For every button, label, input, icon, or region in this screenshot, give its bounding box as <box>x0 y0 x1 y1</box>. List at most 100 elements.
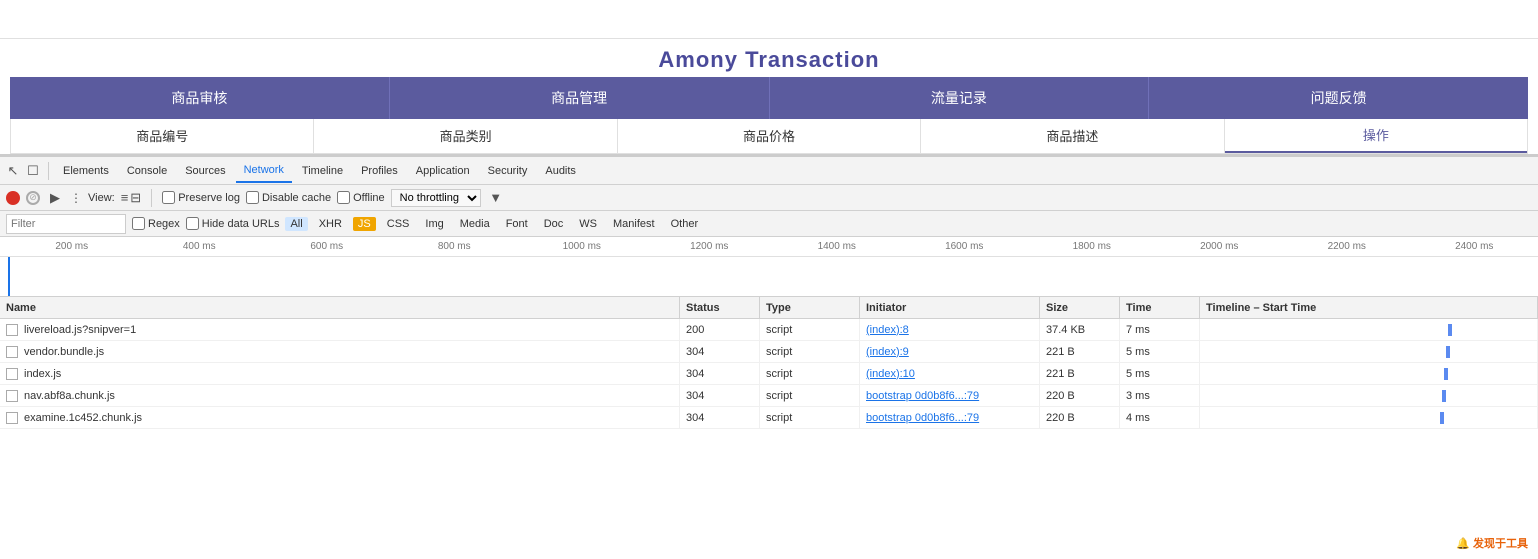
td-name: index.js <box>0 363 680 384</box>
grid-view-icon[interactable]: ⊟ <box>130 190 141 206</box>
file-name: nav.abf8a.chunk.js <box>24 390 115 402</box>
timeline-label: 1400 ms <box>773 241 901 252</box>
filter-css[interactable]: CSS <box>382 217 415 231</box>
nav-tab-0[interactable]: 商品审核 <box>10 77 390 118</box>
tab-profiles[interactable]: Profiles <box>353 159 406 183</box>
td-status: 304 <box>680 407 760 428</box>
filter-ws[interactable]: WS <box>574 217 602 231</box>
filter-xhr[interactable]: XHR <box>314 217 347 231</box>
timeline-label: 2400 ms <box>1411 241 1538 252</box>
td-name: vendor.bundle.js <box>0 341 680 362</box>
devtools-tabs-bar: ↖ ☐ Elements Console Sources Network Tim… <box>0 157 1538 185</box>
table-row[interactable]: index.js304script(index):10221 B5 ms <box>0 363 1538 385</box>
timeline-label: 2200 ms <box>1283 241 1411 252</box>
table-row[interactable]: livereload.js?snipver=1200script(index):… <box>0 319 1538 341</box>
table-row[interactable]: examine.1c452.chunk.js304scriptbootstrap… <box>0 407 1538 429</box>
filter-manifest[interactable]: Manifest <box>608 217 660 231</box>
initiator-link[interactable]: (index):10 <box>866 368 915 380</box>
preserve-log-input[interactable] <box>162 191 175 204</box>
sub-tab-4[interactable]: 操作 <box>1225 119 1527 153</box>
timeline-bar <box>1440 412 1444 424</box>
th-name: Name <box>0 297 680 318</box>
preserve-log-checkbox[interactable]: Preserve log <box>162 191 240 204</box>
initiator-link[interactable]: bootstrap 0d0b8f6...:79 <box>866 390 979 402</box>
tab-console[interactable]: Console <box>119 159 175 183</box>
filter-doc[interactable]: Doc <box>539 217 569 231</box>
watermark: 🔔 发现于工具 <box>1456 535 1528 551</box>
th-timeline: Timeline – Start Time <box>1200 297 1538 318</box>
filter-icon[interactable]: ⋮ <box>70 191 82 205</box>
offline-checkbox[interactable]: Offline <box>337 191 385 204</box>
timeline-label: 800 ms <box>391 241 519 252</box>
filter-media[interactable]: Media <box>455 217 495 231</box>
td-timeline <box>1200 407 1538 428</box>
td-timeline <box>1200 319 1538 340</box>
tab-network[interactable]: Network <box>236 159 292 183</box>
initiator-link[interactable]: (index):9 <box>866 346 909 358</box>
record-button[interactable] <box>6 191 20 205</box>
offline-input[interactable] <box>337 191 350 204</box>
td-type: script <box>760 341 860 362</box>
td-initiator[interactable]: (index):8 <box>860 319 1040 340</box>
filter-input[interactable] <box>6 214 126 234</box>
filter-font[interactable]: Font <box>501 217 533 231</box>
timeline-area: 200 ms400 ms600 ms800 ms1000 ms1200 ms14… <box>0 237 1538 297</box>
filter-js[interactable]: JS <box>353 217 376 231</box>
nav-tab-1[interactable]: 商品管理 <box>390 77 770 118</box>
list-view-icon[interactable]: ≡ <box>121 190 129 206</box>
table-row[interactable]: nav.abf8a.chunk.js304scriptbootstrap 0d0… <box>0 385 1538 407</box>
timeline-label: 400 ms <box>136 241 264 252</box>
td-size: 221 B <box>1040 363 1120 384</box>
initiator-link[interactable]: bootstrap 0d0b8f6...:79 <box>866 412 979 424</box>
regex-checkbox[interactable]: Regex <box>132 217 180 230</box>
sub-tab-2[interactable]: 商品价格 <box>618 119 921 153</box>
filter-all[interactable]: All <box>285 217 307 231</box>
td-status: 304 <box>680 341 760 362</box>
tab-security[interactable]: Security <box>480 159 536 183</box>
table-row[interactable]: vendor.bundle.js304script(index):9221 B5… <box>0 341 1538 363</box>
stop-icon: ⊘ <box>29 192 37 203</box>
nav-tab-2[interactable]: 流量记录 <box>770 77 1150 118</box>
nav-tabs: 商品审核 商品管理 流量记录 问题反馈 <box>10 77 1528 118</box>
stop-button[interactable]: ⊘ <box>26 191 40 205</box>
initiator-link[interactable]: (index):8 <box>866 324 909 336</box>
sub-tabs: 商品编号 商品类别 商品价格 商品描述 操作 <box>10 119 1528 154</box>
file-name: index.js <box>24 368 61 380</box>
sub-tab-3[interactable]: 商品描述 <box>921 119 1224 153</box>
hide-data-urls-input[interactable] <box>186 217 199 230</box>
tab-timeline[interactable]: Timeline <box>294 159 351 183</box>
filter-other[interactable]: Other <box>666 217 704 231</box>
tab-sources[interactable]: Sources <box>177 159 233 183</box>
disable-cache-checkbox[interactable]: Disable cache <box>246 191 331 204</box>
td-size: 37.4 KB <box>1040 319 1120 340</box>
hide-data-urls-checkbox[interactable]: Hide data URLs <box>186 217 280 230</box>
tab-audits[interactable]: Audits <box>537 159 584 183</box>
sub-tab-0[interactable]: 商品编号 <box>11 119 314 153</box>
filter-bar: Regex Hide data URLs All XHR JS CSS Img … <box>0 211 1538 237</box>
table-header: Name Status Type Initiator Size Time Tim… <box>0 297 1538 319</box>
toolbar-divider-2 <box>151 189 152 207</box>
th-size: Size <box>1040 297 1120 318</box>
file-name: examine.1c452.chunk.js <box>24 412 142 424</box>
regex-input[interactable] <box>132 217 145 230</box>
tab-application[interactable]: Application <box>408 159 478 183</box>
td-initiator[interactable]: (index):10 <box>860 363 1040 384</box>
file-name: livereload.js?snipver=1 <box>24 324 136 336</box>
cursor-icon[interactable]: ↖ <box>4 162 22 180</box>
td-initiator[interactable]: (index):9 <box>860 341 1040 362</box>
video-icon[interactable]: ▶ <box>46 189 64 207</box>
sub-tab-1[interactable]: 商品类别 <box>314 119 617 153</box>
throttle-dropdown-icon[interactable]: ▼ <box>487 189 505 207</box>
td-type: script <box>760 363 860 384</box>
tab-elements[interactable]: Elements <box>55 159 117 183</box>
nav-tab-3[interactable]: 问题反馈 <box>1149 77 1528 118</box>
inspect-icon[interactable]: ☐ <box>24 162 42 180</box>
timeline-label: 1800 ms <box>1028 241 1156 252</box>
td-initiator[interactable]: bootstrap 0d0b8f6...:79 <box>860 385 1040 406</box>
disable-cache-input[interactable] <box>246 191 259 204</box>
throttle-select[interactable]: No throttling <box>391 189 481 207</box>
timeline-cursor <box>8 257 10 296</box>
filter-img[interactable]: Img <box>420 217 448 231</box>
website-top-bar <box>0 0 1538 39</box>
td-initiator[interactable]: bootstrap 0d0b8f6...:79 <box>860 407 1040 428</box>
